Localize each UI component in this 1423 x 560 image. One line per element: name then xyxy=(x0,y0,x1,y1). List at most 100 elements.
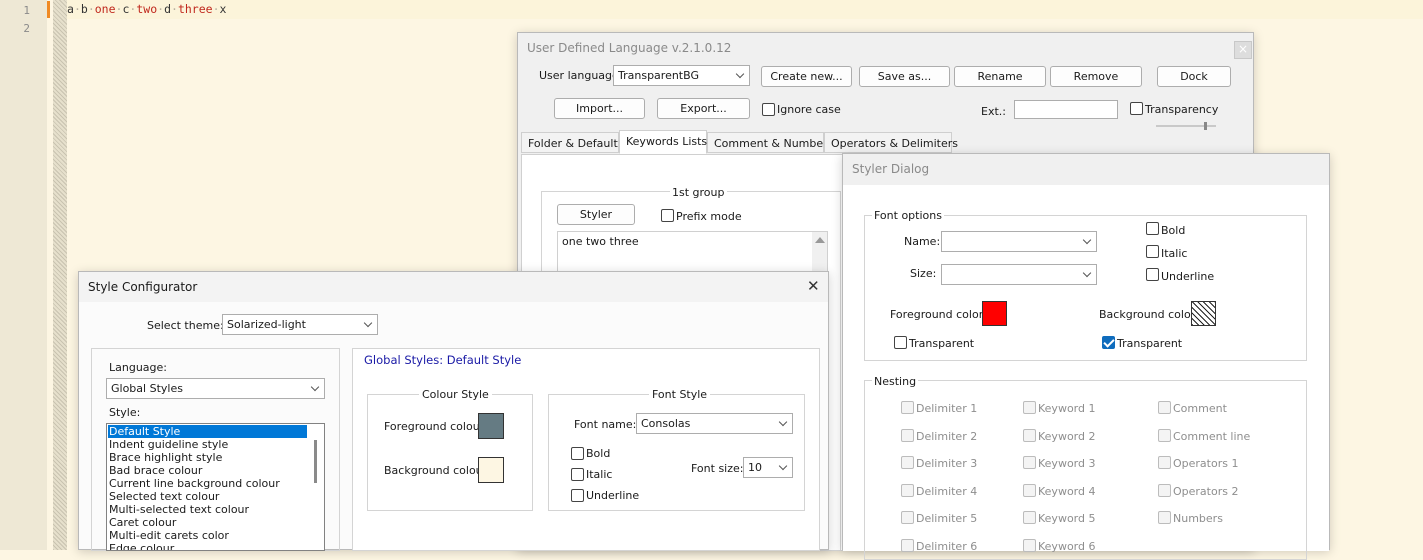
dock-button[interactable]: Dock xyxy=(1157,66,1231,87)
style-list-item[interactable]: Brace highlight style xyxy=(108,451,307,464)
save-as-button[interactable]: Save as... xyxy=(859,66,950,87)
nesting-checkbox[interactable] xyxy=(901,401,914,414)
style-list[interactable]: Default Style Indent guideline style Brace… xyxy=(106,423,325,551)
nesting-label: Keyword 6 xyxy=(1038,539,1096,553)
nesting-checkbox[interactable] xyxy=(901,511,914,524)
ignore-case-label: Ignore case xyxy=(777,103,841,116)
text-token: a xyxy=(67,2,74,16)
font-name-select[interactable] xyxy=(941,231,1097,252)
nesting-checkbox[interactable] xyxy=(1158,511,1171,524)
style-configurator-title: Style Configurator xyxy=(79,272,828,302)
nesting-checkbox[interactable] xyxy=(1023,428,1036,442)
scroll-up-icon[interactable] xyxy=(815,237,825,243)
code-line[interactable]: a·b·one·c·two·d·three·x xyxy=(67,2,226,16)
tab-keywords-lists[interactable]: Keywords Lists xyxy=(619,130,707,154)
bold-label: Bold xyxy=(586,447,611,460)
bg-color-swatch[interactable] xyxy=(1191,301,1216,326)
tab-operators-delimiters[interactable]: Operators & Delimiters xyxy=(824,132,958,153)
fg-transparent-checkbox[interactable] xyxy=(894,336,907,349)
language-select[interactable]: Global Styles xyxy=(106,378,325,399)
style-list-item[interactable]: Bad brace colour xyxy=(108,464,307,477)
current-line-highlight xyxy=(67,0,1423,19)
foreground-colour-label: Foreground colour xyxy=(384,420,485,433)
line-number: 2 xyxy=(23,22,30,35)
theme-select[interactable]: Solarized-light xyxy=(222,314,378,335)
prefix-mode-checkbox[interactable] xyxy=(661,209,674,222)
underline-checkbox[interactable] xyxy=(1146,268,1159,281)
nesting-label: Comment xyxy=(1173,402,1227,415)
styler-button[interactable]: Styler xyxy=(557,204,635,225)
language-value: Global Styles xyxy=(111,382,183,395)
text-token: x xyxy=(219,2,227,16)
fg-transparent-label: Transparent xyxy=(909,337,975,350)
udl-close-button[interactable]: × xyxy=(1234,41,1252,59)
bold-label: Bold xyxy=(1161,224,1186,237)
transparency-slider[interactable] xyxy=(1156,122,1216,130)
nesting-label: Delimiter 2 xyxy=(916,429,978,443)
background-colour-swatch[interactable] xyxy=(478,457,504,483)
fg-color-swatch[interactable] xyxy=(982,301,1007,326)
bg-transparent-checkbox[interactable] xyxy=(1102,336,1115,349)
styler-dialog: Styler Dialog Font options Name: Size: B… xyxy=(842,153,1330,560)
underline-checkbox[interactable] xyxy=(571,489,584,502)
rename-button[interactable]: Rename xyxy=(954,66,1046,87)
nesting-checkbox[interactable] xyxy=(1023,456,1036,469)
font-size-select[interactable]: 10 xyxy=(743,457,793,478)
nesting-label: Delimiter 6 xyxy=(916,539,978,553)
style-list-item[interactable]: Current line background colour xyxy=(108,477,307,490)
change-history-marker xyxy=(47,1,50,18)
tab-folder-default[interactable]: Folder & Default xyxy=(521,132,619,153)
style-list-item[interactable]: Indent guideline style xyxy=(108,438,307,451)
nesting-checkbox[interactable] xyxy=(1023,401,1036,414)
style-list-item[interactable]: Selected text colour xyxy=(108,490,307,503)
user-language-select[interactable]: TransparentBG xyxy=(613,65,750,86)
ext-label: Ext.: xyxy=(981,105,1006,118)
style-list-item[interactable]: Default Style xyxy=(108,425,307,438)
chevron-down-icon xyxy=(735,69,745,79)
tab-comment-number[interactable]: Comment & Number xyxy=(707,132,828,153)
font-name-select[interactable]: Consolas xyxy=(636,413,793,434)
style-list-scrollbar[interactable] xyxy=(308,424,324,550)
slider-thumb[interactable] xyxy=(1204,122,1207,130)
import-button[interactable]: Import... xyxy=(554,98,645,119)
font-size-label: Font size: xyxy=(691,462,744,475)
first-group-title: 1st group xyxy=(670,186,727,199)
fold-margin[interactable] xyxy=(53,0,67,550)
nesting-checkbox[interactable] xyxy=(901,428,914,442)
nesting-checkbox[interactable] xyxy=(1158,401,1171,414)
transparency-checkbox[interactable] xyxy=(1130,102,1143,115)
nesting-checkbox[interactable] xyxy=(1158,456,1171,469)
styler-body: Font options Name: Size: Bold Italic Und… xyxy=(843,185,1329,560)
nesting-checkbox[interactable] xyxy=(901,456,914,469)
italic-label: Italic xyxy=(1161,247,1188,260)
nesting-label: Keyword 5 xyxy=(1038,512,1096,525)
nesting-checkbox[interactable] xyxy=(1023,483,1036,497)
close-icon[interactable]: ✕ xyxy=(807,277,820,295)
nesting-checkbox[interactable] xyxy=(1023,511,1036,524)
style-list-item[interactable]: Caret colour xyxy=(108,516,307,529)
nesting-checkbox[interactable] xyxy=(1158,428,1171,442)
style-list-item[interactable]: Multi-edit carets color xyxy=(108,529,307,542)
font-name-label: Font name: xyxy=(574,418,637,431)
nesting-checkbox[interactable] xyxy=(901,483,914,497)
scroll-thumb[interactable] xyxy=(314,440,317,483)
export-button[interactable]: Export... xyxy=(657,98,750,119)
style-list-item[interactable]: Multi-selected text colour xyxy=(108,503,307,516)
create-new-button[interactable]: Create new... xyxy=(761,66,852,87)
ext-input[interactable] xyxy=(1014,100,1118,119)
bold-checkbox[interactable] xyxy=(1146,222,1159,235)
nesting-label: Delimiter 5 xyxy=(916,512,978,525)
nesting-checkbox[interactable] xyxy=(1158,483,1171,497)
whitespace-marker: · xyxy=(87,2,95,16)
underline-label: Underline xyxy=(586,489,640,502)
bold-checkbox[interactable] xyxy=(571,447,584,460)
italic-checkbox[interactable] xyxy=(1146,245,1159,258)
ignore-case-checkbox[interactable] xyxy=(762,103,775,116)
nesting-label: Comment line xyxy=(1173,429,1251,443)
style-configurator-dialog: Style Configurator ✕ Select theme: Solar… xyxy=(78,271,829,551)
font-name-value: Consolas xyxy=(641,417,691,430)
italic-checkbox[interactable] xyxy=(571,468,584,481)
font-size-select[interactable] xyxy=(941,264,1097,285)
remove-button[interactable]: Remove xyxy=(1050,66,1142,87)
foreground-colour-swatch[interactable] xyxy=(478,413,504,439)
